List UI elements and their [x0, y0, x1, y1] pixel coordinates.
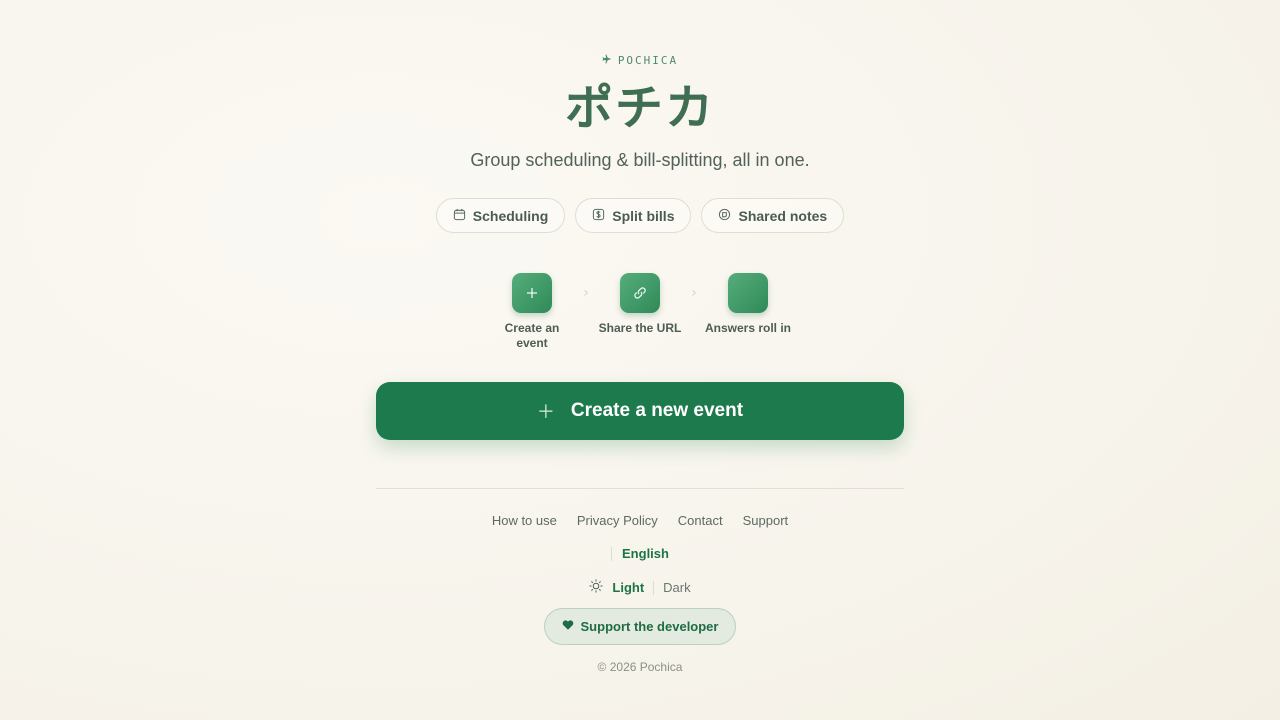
step-share: Share the URL [596, 273, 684, 336]
chip-label: Shared notes [738, 207, 828, 224]
language-switcher: English [0, 546, 1280, 561]
sun-icon [589, 579, 603, 596]
create-event-button[interactable]: ＋ Create a new event [376, 382, 904, 440]
dollar-icon [592, 208, 605, 224]
calendar-icon [453, 208, 466, 224]
support-developer-button[interactable]: Support the developer [544, 608, 736, 645]
feature-chips: Scheduling Split bills Shared notes [0, 198, 1280, 233]
plus-icon [512, 273, 552, 313]
theme-light-option[interactable]: Light [612, 580, 644, 595]
tagline: Group scheduling & bill-splitting, all i… [470, 150, 810, 170]
divider [376, 488, 904, 489]
link-contact[interactable]: Contact [678, 513, 723, 528]
chevron-right-icon: › [691, 285, 697, 301]
chip-label: Scheduling [472, 207, 549, 224]
chip-label: Split bills [612, 207, 675, 224]
divider [611, 546, 613, 561]
divider [653, 580, 655, 595]
theme-dark-option[interactable]: Dark [663, 580, 690, 595]
create-event-label: Create a new event [570, 400, 744, 421]
theme-switcher: Light Dark [0, 579, 1280, 596]
brand-label: POCHICA [617, 54, 679, 67]
app-title: ポチカ [564, 80, 715, 136]
step-answers: Answers roll in [704, 273, 792, 336]
chip-shared-notes: Shared notes [701, 198, 845, 233]
step-label: Share the URL [598, 321, 682, 335]
footer-links: How to use Privacy Policy Contact Suppor… [0, 513, 1280, 528]
heart-icon [562, 619, 574, 634]
step-create: Create an event [488, 273, 576, 351]
link-privacy-policy[interactable]: Privacy Policy [577, 513, 658, 528]
notes-icon [718, 208, 731, 224]
inbox-icon [728, 273, 768, 313]
step-label: Answers roll in [704, 321, 792, 335]
link-icon [620, 273, 660, 313]
how-it-works-steps: Create an event › Share the URL › Answer… [0, 273, 1280, 351]
support-label: Support the developer [580, 619, 719, 634]
chevron-right-icon: › [583, 285, 589, 301]
chip-scheduling: Scheduling [435, 198, 566, 233]
link-support[interactable]: Support [743, 513, 789, 528]
airplane-icon [602, 54, 612, 67]
chip-split-bills: Split bills [575, 198, 692, 233]
brand-header: POCHICA [0, 54, 1280, 67]
step-label: Create an event [504, 321, 560, 350]
plus-icon: ＋ [536, 402, 555, 422]
language-english[interactable]: English [622, 546, 669, 561]
link-how-to-use[interactable]: How to use [492, 513, 557, 528]
copyright: © 2026 Pochica [597, 660, 683, 674]
